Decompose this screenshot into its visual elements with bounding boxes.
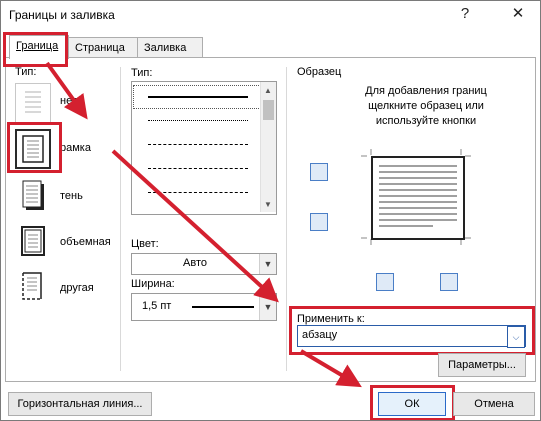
scroll-up-icon[interactable]: ▲ (264, 86, 272, 95)
bottom-border-toggle-icon[interactable] (310, 213, 328, 231)
line-style-dashed-large[interactable] (148, 168, 248, 169)
cancel-button[interactable]: Отмена (453, 392, 535, 416)
right-border-toggle-icon[interactable] (440, 273, 458, 291)
type-option-box-label: рамка (60, 142, 91, 154)
width-label: Ширина: (131, 278, 175, 290)
border-preview[interactable] (371, 156, 465, 240)
scroll-down-icon[interactable]: ▼ (264, 200, 272, 209)
border-none-icon (15, 83, 51, 123)
scroll-thumb[interactable] (263, 100, 274, 120)
type-option-3d-label: объемная (60, 236, 111, 248)
tab-shading-label: Заливка (144, 42, 187, 54)
line-style-dotted[interactable] (148, 120, 248, 121)
options-button[interactable]: Параметры... (438, 353, 526, 377)
color-label: Цвет: (131, 238, 159, 250)
borders-and-shading-dialog: Границы и заливка ? ✕ Граница Страница З… (0, 0, 541, 421)
shadow-lines-icon (22, 180, 44, 210)
preview-text-lines-icon (379, 165, 457, 227)
type-option-custom-label: другая (60, 282, 94, 294)
custom-lines-icon (22, 272, 42, 300)
line-style-scrollbar[interactable]: ▲ ▼ (260, 82, 276, 212)
ok-highlight (370, 385, 455, 420)
type-option-shadow-label: тень (60, 190, 83, 202)
none-lines-icon (25, 91, 41, 113)
horizontal-line-button[interactable]: Горизонтальная линия... (8, 392, 152, 416)
preview-hint: Для добавления границ щелкните образец и… (365, 85, 487, 127)
dialog-title: Границы и заливка (9, 8, 115, 22)
close-button[interactable]: ✕ (507, 3, 529, 25)
separator-right (286, 67, 287, 371)
style-heading: Тип: (131, 67, 153, 79)
help-button[interactable]: ? (454, 3, 476, 25)
border-custom-icon (15, 267, 51, 307)
color-value: Авто (183, 257, 207, 269)
type-option-none-label: нет (60, 95, 77, 107)
width-line-sample (192, 306, 254, 308)
preview-heading: Образец (297, 66, 342, 78)
color-select[interactable]: Авто ▼ (131, 253, 277, 275)
chevron-down-icon[interactable]: ▼ (259, 294, 276, 320)
tab-highlight (3, 32, 68, 67)
width-value: 1,5 пт (142, 300, 172, 312)
border-3d-icon (15, 221, 51, 261)
type-highlight (7, 122, 62, 173)
line-style-list[interactable]: ▲ ▼ (131, 81, 277, 215)
tab-shading[interactable]: Заливка (137, 37, 203, 58)
line-style-dashdot[interactable] (148, 192, 248, 193)
threed-lines-icon (21, 226, 45, 256)
line-style-solid[interactable] (148, 96, 248, 98)
line-style-dashed-small[interactable] (148, 144, 248, 145)
left-border-toggle-icon[interactable] (376, 273, 394, 291)
type-heading: Тип: (15, 66, 37, 78)
tab-page-label: Страница (75, 42, 125, 54)
tab-page[interactable]: Страница (68, 37, 141, 58)
apply-to-highlight (289, 306, 535, 355)
width-select[interactable]: 1,5 пт ▼ (131, 293, 277, 321)
top-border-toggle-icon[interactable] (310, 163, 328, 181)
chevron-down-icon[interactable]: ▼ (259, 254, 276, 274)
border-shadow-icon (15, 175, 51, 215)
separator-left (120, 67, 121, 371)
